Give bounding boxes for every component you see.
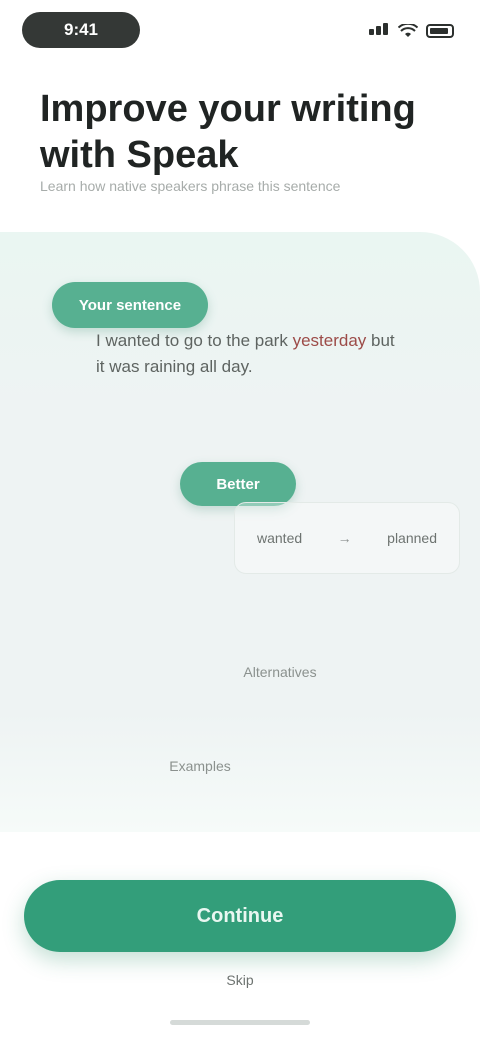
better-chip[interactable]: Better	[180, 462, 296, 506]
skip-link[interactable]: Skip	[190, 972, 290, 988]
sentence-before: I wanted to go to the park	[96, 331, 293, 350]
word-swap-card[interactable]: wanted → planned	[234, 502, 460, 574]
sentence-highlight[interactable]: yesterday	[293, 331, 367, 350]
signal-icon	[369, 22, 390, 40]
page-subtitle: Learn how native speakers phrase this se…	[40, 178, 341, 194]
lesson-stage: Your sentence I wanted to go to the park…	[0, 232, 480, 832]
home-indicator[interactable]	[170, 1020, 310, 1025]
your-sentence-chip[interactable]: Your sentence	[52, 282, 208, 328]
sentence-text: I wanted to go to the park yesterday but…	[96, 328, 406, 380]
status-bar: 9:41	[0, 0, 480, 64]
examples-label[interactable]: Examples	[150, 758, 250, 774]
continue-button[interactable]: Continue	[24, 880, 456, 952]
battery-icon	[426, 24, 454, 38]
step-to: planned	[387, 530, 437, 546]
arrow-right-icon: →	[337, 530, 352, 546]
page-title: Improve your writing with Speak	[40, 88, 416, 176]
alternatives-label[interactable]: Alternatives	[230, 664, 330, 680]
status-time: 9:41	[22, 12, 140, 48]
status-icons	[369, 22, 454, 40]
step-from: wanted	[257, 530, 303, 546]
wifi-icon	[398, 24, 418, 37]
